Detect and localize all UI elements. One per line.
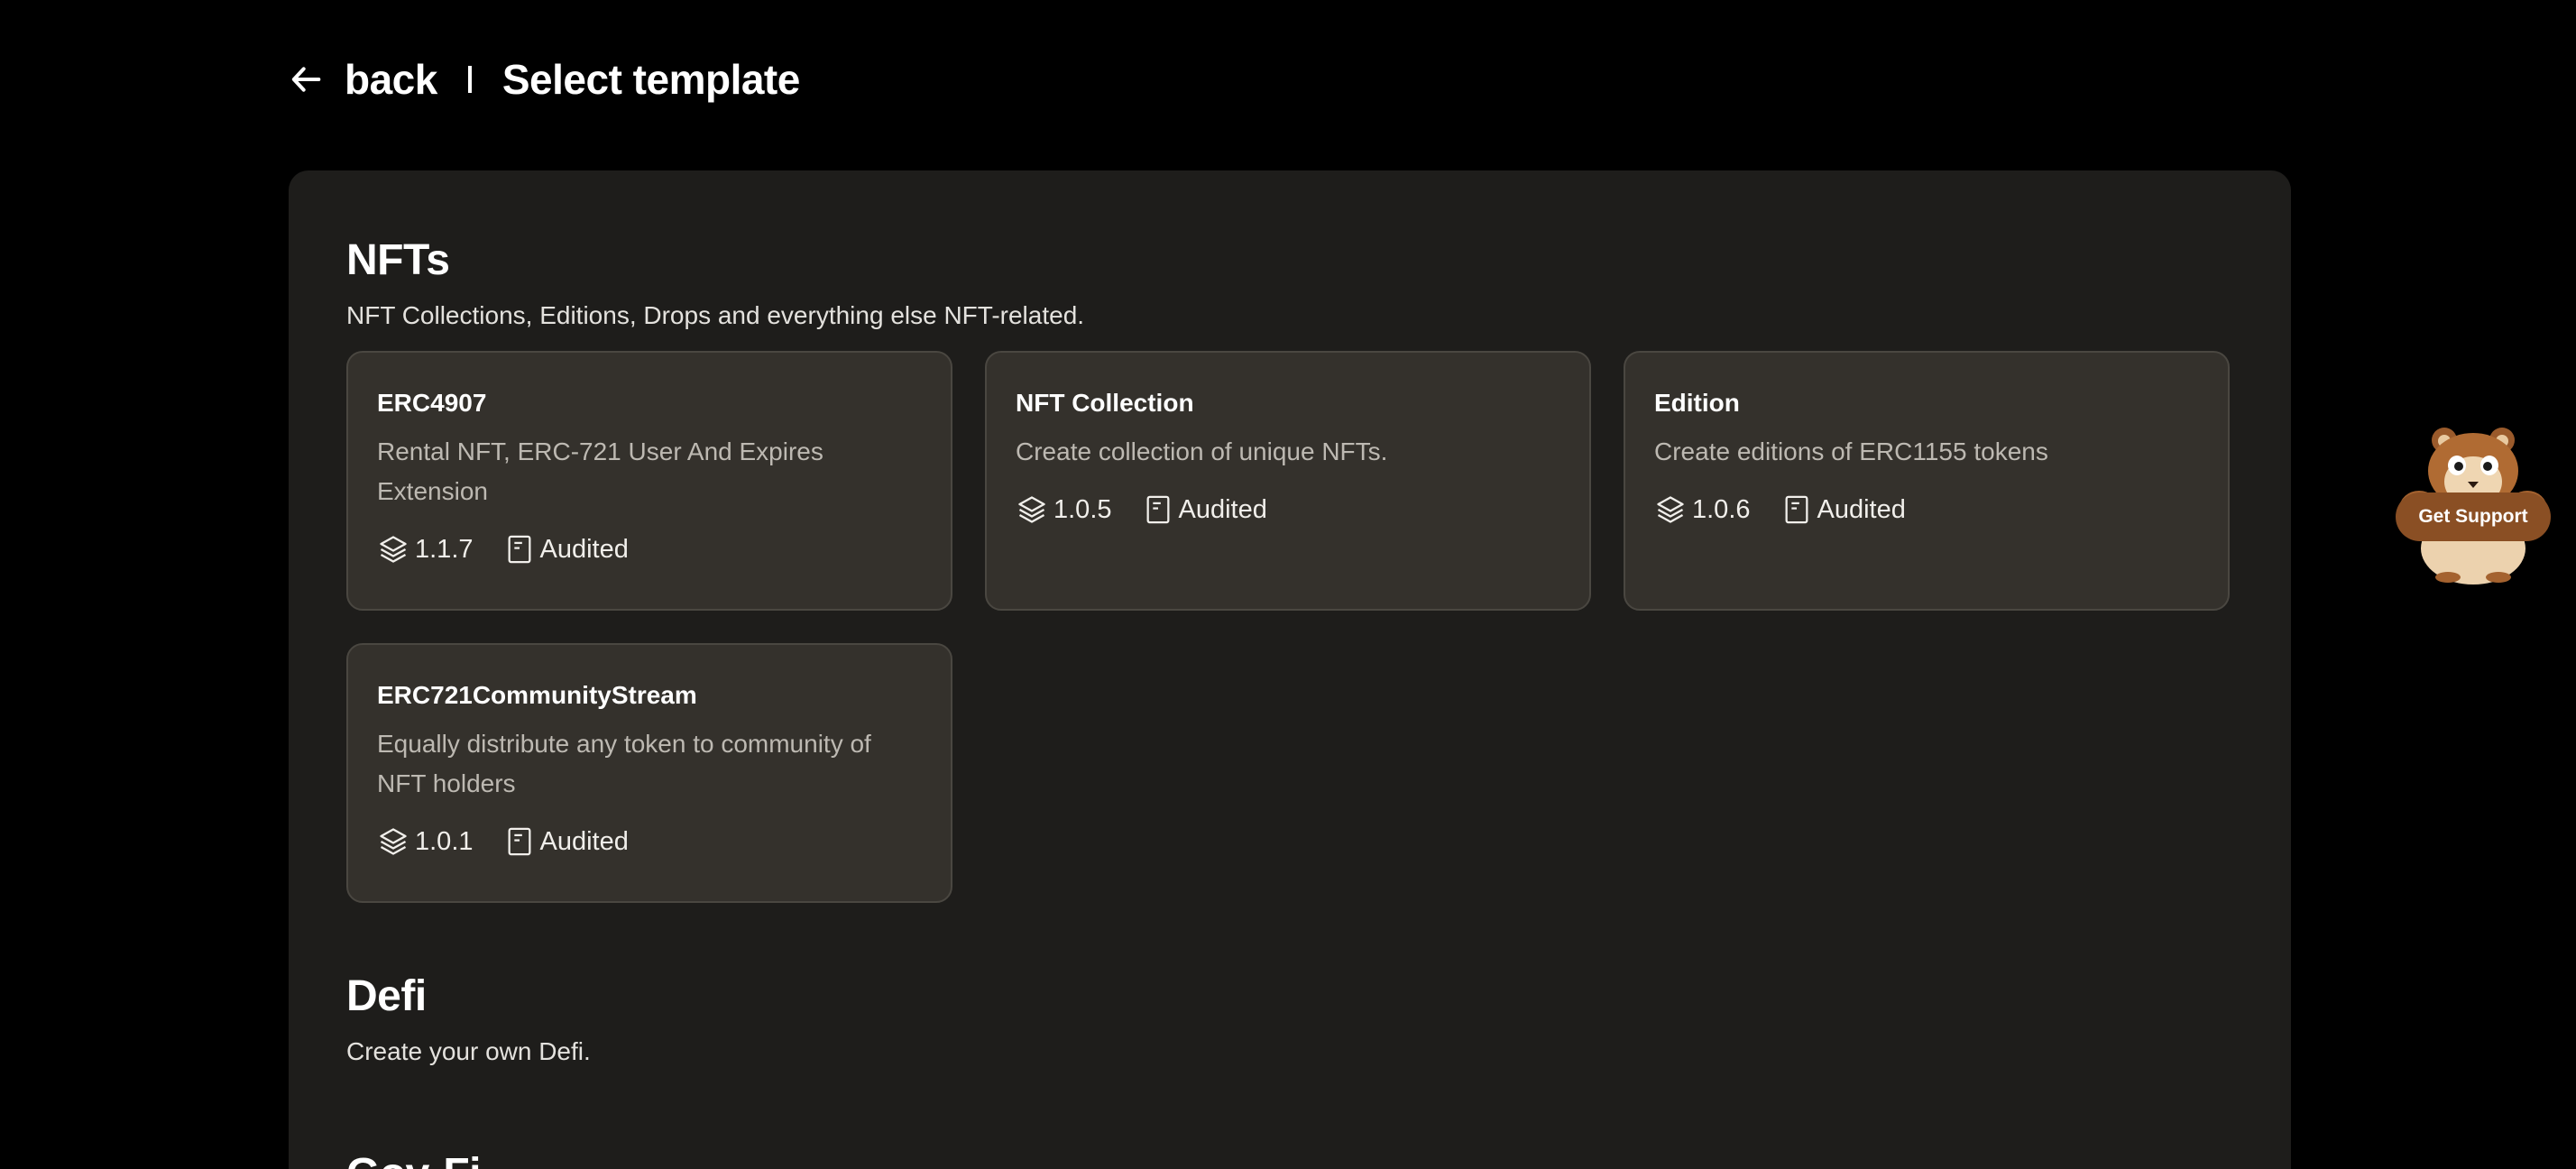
section-description-nfts: NFT Collections, Editions, Drops and eve… <box>346 301 1085 329</box>
audit-badge: Audited <box>506 826 629 857</box>
audit-badge: Audited <box>1783 494 1906 525</box>
version-badge: 1.0.6 <box>1654 493 1751 526</box>
card-description: Equally distribute any token to communit… <box>377 730 871 797</box>
card-title: Edition <box>1654 389 1740 417</box>
audit-badge: Audited <box>1145 494 1267 525</box>
back-label: back <box>345 56 437 103</box>
card-title: ERC721CommunityStream <box>377 681 697 709</box>
audit-text: Audited <box>1178 494 1267 524</box>
card-title: NFT Collection <box>1016 389 1194 417</box>
template-card-nft-collection[interactable]: NFT Collection Create collection of uniq… <box>985 351 1591 611</box>
arrow-left-icon <box>291 67 321 92</box>
version-badge: 1.0.1 <box>377 825 474 858</box>
audit-text: Audited <box>1817 494 1906 524</box>
template-card-erc4907[interactable]: ERC4907 Rental NFT, ERC-721 User And Exp… <box>346 351 952 611</box>
audit-text: Audited <box>539 534 629 564</box>
version-text: 1.0.1 <box>415 826 474 856</box>
back-button[interactable]: back <box>289 55 437 104</box>
page-title: Select template <box>501 56 800 103</box>
card-meta: 1.0.5 Audited <box>1016 493 1560 526</box>
card-description: Create editions of ERC1155 tokens <box>1654 437 2048 465</box>
get-support-button[interactable]: Get Support <box>2396 492 2551 541</box>
document-icon <box>1785 495 1808 524</box>
section-title-nfts: NFTs <box>346 236 450 284</box>
section-title-defi: Defi <box>346 972 427 1020</box>
version-text: 1.0.6 <box>1692 494 1751 524</box>
page: back Select template NFTs NFT Collection… <box>0 0 2576 1169</box>
layers-icon <box>380 536 407 563</box>
version-text: 1.0.5 <box>1053 494 1112 524</box>
card-meta: 1.0.1 Audited <box>377 825 922 858</box>
card-meta: 1.0.6 Audited <box>1654 493 2199 526</box>
template-card-edition[interactable]: Edition Create editions of ERC1155 token… <box>1624 351 2230 611</box>
layers-icon <box>380 828 407 855</box>
audit-badge: Audited <box>506 534 629 565</box>
card-description: Rental NFT, ERC-721 User And Expires Ext… <box>377 437 823 505</box>
card-meta: 1.1.7 Audited <box>377 533 922 566</box>
audit-text: Audited <box>539 826 629 856</box>
templates-panel: NFTs NFT Collections, Editions, Drops an… <box>289 170 2291 1169</box>
version-text: 1.1.7 <box>415 534 474 564</box>
layers-icon <box>1657 496 1684 523</box>
card-title: ERC4907 <box>377 389 487 417</box>
section-description-defi: Create your own Defi. <box>346 1037 591 1065</box>
document-icon <box>1146 495 1169 524</box>
layers-icon <box>1018 496 1045 523</box>
document-icon <box>508 535 530 564</box>
page-header: back Select template <box>289 47 800 112</box>
section-title-gov-fi: Gov-Fi <box>346 1149 482 1169</box>
template-card-erc721communitystream[interactable]: ERC721CommunityStream Equally distribute… <box>346 643 952 903</box>
version-badge: 1.1.7 <box>377 533 474 566</box>
card-description: Create collection of unique NFTs. <box>1016 437 1388 465</box>
header-divider <box>467 66 472 93</box>
document-icon <box>508 827 530 856</box>
version-badge: 1.0.5 <box>1016 493 1112 526</box>
